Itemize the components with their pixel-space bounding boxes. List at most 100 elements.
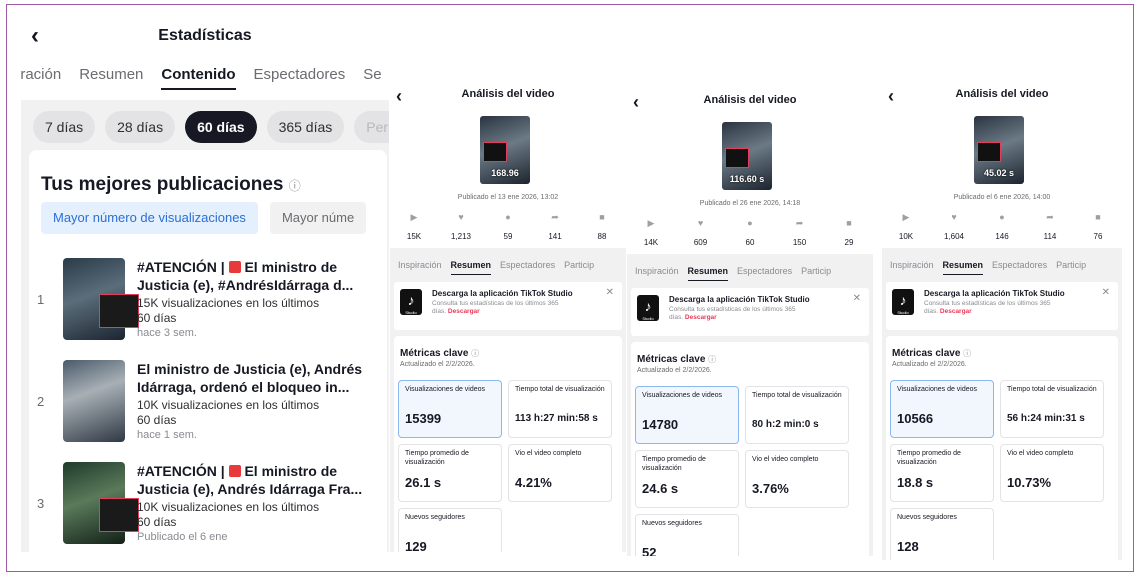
- stat-value: 88: [597, 232, 607, 241]
- tab-resumen[interactable]: Resumen: [79, 66, 143, 100]
- metric-value: 15399: [405, 411, 442, 426]
- info-icon[interactable]: ⓘ: [963, 349, 971, 358]
- video-thumbnail[interactable]: 45.02 s: [974, 116, 1024, 184]
- sort-most-views[interactable]: Mayor número de visualizaciones: [41, 202, 258, 234]
- tab-inspiracion[interactable]: Inspiración: [635, 266, 679, 281]
- stat-value: 76: [1093, 232, 1103, 241]
- video-thumbnail[interactable]: [63, 462, 139, 544]
- metric-card[interactable]: Visualizaciones de videos 10566: [890, 380, 994, 438]
- tab-resumen[interactable]: Resumen: [687, 266, 729, 281]
- chip-personalizado[interactable]: Perso: [354, 111, 389, 143]
- close-icon[interactable]: ✕: [853, 293, 861, 304]
- tab-participacion[interactable]: Particip: [1056, 260, 1086, 275]
- metric-card[interactable]: Visualizaciones de videos 15399: [398, 380, 502, 438]
- metric-card[interactable]: Vio el video completo 4.21%: [508, 444, 612, 502]
- post-meta: 15K visualizaciones en los últimos 60 día…: [137, 296, 320, 339]
- list-item[interactable]: 2 El ministro de Justicia (e), Andrés Id…: [29, 356, 387, 456]
- metric-card[interactable]: Tiempo total de visualización 56 h:24 mi…: [1000, 380, 1104, 438]
- close-icon[interactable]: ✕: [1102, 287, 1110, 298]
- promo-title: Descarga la aplicación TikTok Studio: [669, 295, 810, 304]
- metric-card[interactable]: Tiempo total de visualización 80 h:2 min…: [745, 386, 849, 444]
- engagement-stats: 15K 1,213 59 141 88: [394, 232, 622, 241]
- info-icon[interactable]: ⓘ: [708, 355, 716, 364]
- page-title: Análisis del video: [461, 88, 555, 100]
- updated-date: Actualizado el 2/2/2026.: [400, 361, 475, 368]
- studio-promo-banner[interactable]: ♪ Studio Descarga la aplicación TikTok St…: [394, 282, 622, 330]
- tab-participacion[interactable]: Particip: [564, 260, 594, 275]
- metric-label: Tiempo promedio de visualización: [897, 450, 961, 466]
- play-icon: ▶: [410, 212, 418, 222]
- tab-inspiracion[interactable]: Inspiración: [890, 260, 934, 275]
- studio-promo-banner[interactable]: ♪ Studio Descarga la aplicación TikTok St…: [631, 288, 869, 336]
- chip-7-dias[interactable]: 7 días: [33, 111, 96, 143]
- stat-value: 15K: [406, 232, 422, 241]
- sort-more[interactable]: Mayor núme: [269, 202, 367, 234]
- metric-card[interactable]: Nuevos seguidores 52: [635, 514, 739, 556]
- video-thumbnail[interactable]: 168.96: [480, 116, 530, 184]
- close-icon[interactable]: ✕: [606, 287, 614, 298]
- tab-espectadores[interactable]: Espectadores: [500, 260, 555, 275]
- video-header: ‹ Análisis del video 116.60 s Publicado …: [627, 84, 873, 254]
- studio-promo-banner[interactable]: ♪ Studio Descarga la aplicación TikTok St…: [886, 282, 1118, 330]
- download-link[interactable]: Descargar: [448, 308, 480, 315]
- stat-value: 60: [745, 238, 755, 247]
- metric-card[interactable]: Vio el video completo 3.76%: [745, 450, 849, 508]
- metric-label: Visualizaciones de videos: [897, 386, 978, 393]
- rank-number: 1: [37, 292, 45, 307]
- stat-value: 14K: [643, 238, 659, 247]
- tab-espectadores[interactable]: Espectadores: [737, 266, 792, 281]
- tab-seguidores[interactable]: Se: [363, 66, 381, 100]
- video-thumbnail[interactable]: [63, 360, 125, 442]
- metric-card[interactable]: Tiempo promedio de visualización 26.1 s: [398, 444, 502, 502]
- tiktok-logo-icon: ♪ Studio: [400, 289, 422, 315]
- tab-contenido[interactable]: Contenido: [161, 66, 236, 90]
- info-icon[interactable]: ⓘ: [289, 179, 301, 193]
- play-icon: ▶: [902, 212, 910, 222]
- tab-espectadores[interactable]: Espectadores: [992, 260, 1047, 275]
- metric-card[interactable]: Nuevos seguidores 128: [890, 508, 994, 560]
- stat-value: 609: [693, 238, 708, 247]
- metric-card[interactable]: Vio el video completo 10.73%: [1000, 444, 1104, 502]
- metric-value: 14780: [642, 417, 679, 432]
- share-icon: ➦: [795, 218, 804, 228]
- tab-resumen[interactable]: Resumen: [942, 260, 984, 275]
- comment-icon: ●: [747, 218, 753, 228]
- tab-inspiracion[interactable]: Inspiración: [398, 260, 442, 275]
- info-icon[interactable]: ⓘ: [471, 349, 479, 358]
- video-thumbnail[interactable]: 116.60 s: [722, 122, 772, 190]
- metric-value: 3.76%: [752, 481, 789, 496]
- metric-value: 56 h:24 min:31 s: [1007, 413, 1085, 424]
- download-link[interactable]: Descargar: [940, 308, 972, 315]
- list-item[interactable]: 1 #ATENCIÓN | El ministro de Justicia (e…: [29, 254, 387, 354]
- metric-card[interactable]: Tiempo promedio de visualización 24.6 s: [635, 450, 739, 508]
- download-link[interactable]: Descargar: [685, 314, 717, 321]
- video-header: ‹ Análisis del video 45.02 s Publicado e…: [882, 78, 1122, 248]
- publish-date: Publicado el 26 ene 2026, 14:18: [699, 200, 801, 207]
- chip-28-dias[interactable]: 28 días: [105, 111, 176, 143]
- play-icon: ▶: [647, 218, 655, 228]
- video-thumbnail[interactable]: [63, 258, 139, 340]
- tab-espectadores[interactable]: Espectadores: [254, 66, 346, 100]
- period-chips: 7 días 28 días 60 días 365 días Perso: [21, 100, 389, 155]
- tab-bar: iración Resumen Contenido Espectadores S…: [21, 52, 389, 100]
- metric-card[interactable]: Tiempo promedio de visualización 18.8 s: [890, 444, 994, 502]
- video-header: ‹ Análisis del video 168.96 Publicado el…: [390, 78, 626, 248]
- like-icon: ♥: [458, 212, 464, 222]
- list-item[interactable]: 3 #ATENCIÓN | El ministro de Justicia (e…: [29, 458, 387, 552]
- chip-365-dias[interactable]: 365 días: [266, 111, 345, 143]
- metric-card[interactable]: Visualizaciones de videos 14780: [635, 386, 739, 444]
- tab-participacion[interactable]: Particip: [801, 266, 831, 281]
- chip-60-dias[interactable]: 60 días: [185, 111, 257, 143]
- metric-value: 52: [642, 545, 657, 556]
- video-duration: 45.02 s: [983, 168, 1015, 178]
- publish-date: Publicado el 13 ene 2026, 13:02: [457, 194, 559, 201]
- tab-inspiracion[interactable]: iración: [21, 66, 61, 100]
- metric-value: 4.21%: [515, 475, 552, 490]
- metric-card[interactable]: Tiempo total de visualización 113 h:27 m…: [508, 380, 612, 438]
- statistics-screen: ‹ Estadísticas iración Resumen Contenido…: [21, 22, 389, 552]
- metric-label: Vio el video completo: [752, 456, 819, 463]
- updated-date: Actualizado el 2/2/2026.: [637, 367, 712, 374]
- save-icon: ■: [599, 212, 605, 222]
- metric-card[interactable]: Nuevos seguidores 129: [398, 508, 502, 552]
- tab-resumen[interactable]: Resumen: [450, 260, 492, 275]
